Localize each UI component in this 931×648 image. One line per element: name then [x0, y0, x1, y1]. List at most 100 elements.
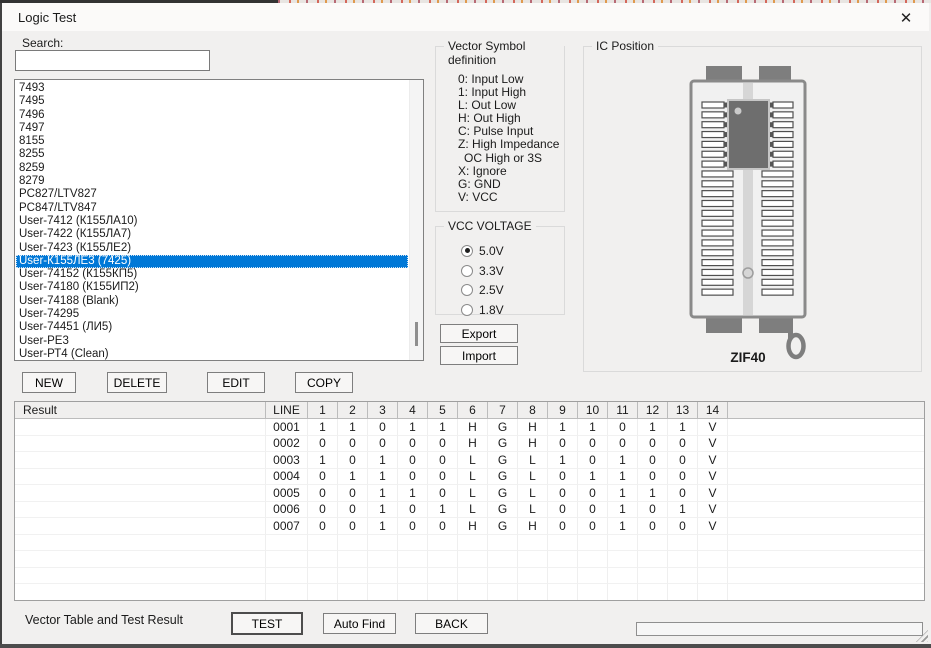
- column-header[interactable]: 11: [608, 402, 638, 419]
- column-header[interactable]: Result: [15, 402, 266, 419]
- import-button[interactable]: Import: [440, 346, 518, 365]
- value-cell: V: [698, 485, 728, 502]
- footer-status-label: Vector Table and Test Result: [25, 613, 183, 627]
- column-header[interactable]: 3: [368, 402, 398, 419]
- back-button[interactable]: BACK: [415, 613, 488, 634]
- value-cell: L: [518, 469, 548, 486]
- list-item[interactable]: User-7423 (К155ЛЕ2): [16, 242, 408, 255]
- list-item[interactable]: User-К155ЛЕ3 (7425): [16, 255, 408, 268]
- column-header[interactable]: 10: [578, 402, 608, 419]
- list-item[interactable]: User-74152 (К155КП5): [16, 268, 408, 281]
- table-row[interactable]: 000310100LGL10100V: [15, 452, 924, 469]
- value-cell: L: [458, 452, 488, 469]
- value-cell: 0: [428, 452, 458, 469]
- list-item[interactable]: PC847/LTV847: [16, 202, 408, 215]
- radio-icon[interactable]: [461, 304, 473, 316]
- value-cell: [668, 535, 698, 552]
- column-header[interactable]: 13: [668, 402, 698, 419]
- column-header[interactable]: 12: [638, 402, 668, 419]
- list-item[interactable]: 7497: [16, 122, 408, 135]
- value-cell: G: [488, 485, 518, 502]
- column-header[interactable]: 4: [398, 402, 428, 419]
- scrollbar-thumb[interactable]: [415, 322, 418, 346]
- value-cell: L: [458, 502, 488, 519]
- value-cell: [398, 551, 428, 568]
- list-item[interactable]: User-7412 (К155ЛА10): [16, 215, 408, 228]
- value-cell: 0: [338, 485, 368, 502]
- table-row[interactable]: 000500110LGL00110V: [15, 485, 924, 502]
- close-icon[interactable]: ✕: [895, 8, 917, 28]
- list-item[interactable]: 8155: [16, 135, 408, 148]
- column-header[interactable]: 9: [548, 402, 578, 419]
- list-item[interactable]: User-74188 (Blank): [16, 295, 408, 308]
- value-cell: 1: [308, 452, 338, 469]
- result-cell: [15, 452, 266, 469]
- list-item[interactable]: 8259: [16, 162, 408, 175]
- column-header[interactable]: 8: [518, 402, 548, 419]
- list-item[interactable]: PC827/LTV827: [16, 188, 408, 201]
- value-cell: 1: [368, 452, 398, 469]
- value-cell: [698, 584, 728, 601]
- value-cell: 0: [638, 502, 668, 519]
- value-cell: 0: [338, 502, 368, 519]
- table-row[interactable]: [15, 584, 924, 601]
- column-header[interactable]: 5: [428, 402, 458, 419]
- value-cell: [308, 584, 338, 601]
- table-row[interactable]: 000200000HGH00000V: [15, 436, 924, 453]
- list-item[interactable]: 7495: [16, 95, 408, 108]
- table-row[interactable]: 000600101LGL00101V: [15, 502, 924, 519]
- result-table[interactable]: ResultLINE1234567891011121314 000111011H…: [14, 401, 925, 601]
- window-edge-bottom: [0, 644, 931, 648]
- copy-button[interactable]: COPY: [295, 372, 353, 393]
- device-list-scrollbar[interactable]: [409, 80, 423, 360]
- table-row[interactable]: 000111011HGH11011V: [15, 419, 924, 436]
- column-header[interactable]: 6: [458, 402, 488, 419]
- column-header[interactable]: 14: [698, 402, 728, 419]
- list-item[interactable]: User-РТ4 (Clean): [16, 348, 408, 361]
- value-cell: 0: [308, 502, 338, 519]
- list-item[interactable]: 7496: [16, 109, 408, 122]
- export-button[interactable]: Export: [440, 324, 518, 343]
- value-cell: 0: [668, 469, 698, 486]
- radio-icon[interactable]: [461, 265, 473, 277]
- test-button[interactable]: TEST: [231, 612, 303, 635]
- column-header[interactable]: [728, 402, 924, 419]
- delete-button[interactable]: DELETE: [107, 372, 167, 393]
- line-cell: 0003: [266, 452, 308, 469]
- list-item[interactable]: User-РЕ3: [16, 335, 408, 348]
- table-row[interactable]: 000401100LGL01100V: [15, 469, 924, 486]
- radio-icon[interactable]: [461, 284, 473, 296]
- list-item[interactable]: User-74295: [16, 308, 408, 321]
- vcc-option[interactable]: 2.5V: [461, 281, 504, 301]
- list-item[interactable]: User-7422 (К155ЛА7): [16, 228, 408, 241]
- vcc-option[interactable]: 1.8V: [461, 300, 504, 320]
- auto-find-button[interactable]: Auto Find: [323, 613, 396, 634]
- value-cell: [608, 535, 638, 552]
- list-item[interactable]: 7493: [16, 82, 408, 95]
- table-row[interactable]: 000700100HGH00100V: [15, 518, 924, 535]
- new-button[interactable]: NEW: [22, 372, 76, 393]
- value-cell: [728, 485, 924, 502]
- column-header[interactable]: 1: [308, 402, 338, 419]
- column-header[interactable]: LINE: [266, 402, 308, 419]
- table-row[interactable]: [15, 551, 924, 568]
- value-cell: 0: [548, 518, 578, 535]
- vcc-option-label: 5.0V: [479, 244, 504, 258]
- vcc-option[interactable]: 5.0V: [461, 241, 504, 261]
- list-item[interactable]: User-74451 (ЛИ5): [16, 321, 408, 334]
- line-cell: 0006: [266, 502, 308, 519]
- value-cell: [488, 568, 518, 585]
- search-input[interactable]: [15, 50, 210, 71]
- list-item[interactable]: User-74180 (К155ИП2): [16, 281, 408, 294]
- table-row[interactable]: [15, 535, 924, 552]
- result-cell: [15, 469, 266, 486]
- column-header[interactable]: 7: [488, 402, 518, 419]
- result-cell: [15, 485, 266, 502]
- table-row[interactable]: [15, 568, 924, 585]
- radio-icon[interactable]: [461, 245, 473, 257]
- list-item[interactable]: 8255: [16, 148, 408, 161]
- vcc-option[interactable]: 3.3V: [461, 261, 504, 281]
- edit-button[interactable]: EDIT: [207, 372, 265, 393]
- list-item[interactable]: 8279: [16, 175, 408, 188]
- column-header[interactable]: 2: [338, 402, 368, 419]
